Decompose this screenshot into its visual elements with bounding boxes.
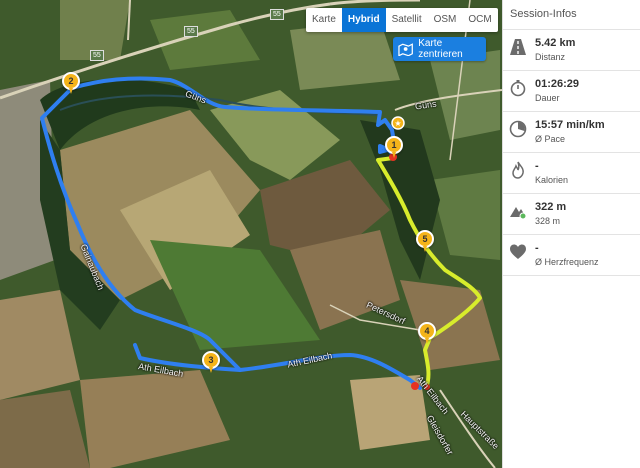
stat-label: Ø Pace bbox=[535, 134, 566, 144]
stat-label: Ø Herzfrequenz bbox=[535, 257, 599, 267]
stat-distance: 5.42 km Distanz bbox=[503, 30, 640, 71]
map-view[interactable]: ★ Güns Güns Gainaubach Ath Eilbach Ath E… bbox=[0, 0, 502, 468]
map-center-icon bbox=[398, 43, 413, 56]
stat-label: Distanz bbox=[535, 52, 566, 62]
stat-value: 322 m bbox=[535, 201, 567, 213]
stat-pace: 15:57 min/km Ø Pace bbox=[503, 112, 640, 153]
svg-text:★: ★ bbox=[394, 119, 401, 128]
map-type-hybrid[interactable]: Hybrid bbox=[341, 8, 386, 32]
map-type-switcher: Karte Hybrid Satellit OSM OCM bbox=[306, 8, 498, 32]
flame-icon bbox=[512, 161, 524, 179]
center-map-button[interactable]: Karte zentrieren bbox=[393, 37, 486, 61]
stat-label: 328 m bbox=[535, 216, 561, 226]
stat-calories: - Kalorien bbox=[503, 153, 640, 194]
km-marker-5[interactable]: 5 bbox=[416, 230, 434, 252]
stat-value: 01:26:29 bbox=[535, 78, 580, 90]
pace-gauge-icon bbox=[509, 120, 527, 138]
map-type-karte[interactable]: Karte bbox=[306, 8, 342, 32]
elevation-icon bbox=[510, 207, 527, 220]
route-55-shield: 55 bbox=[90, 50, 104, 61]
heart-icon bbox=[510, 244, 526, 259]
stat-label: Kalorien bbox=[535, 175, 569, 185]
stat-label: Dauer bbox=[535, 93, 560, 103]
route-55-shield: 55 bbox=[184, 26, 198, 37]
stat-duration: 01:26:29 Dauer bbox=[503, 71, 640, 112]
km-marker-4[interactable]: 4 bbox=[418, 322, 436, 344]
km-marker-1[interactable]: 1 bbox=[385, 136, 403, 158]
stat-value: 5.42 km bbox=[535, 37, 576, 49]
panel-title: Session-Infos bbox=[503, 0, 640, 30]
map-type-osm[interactable]: OSM bbox=[428, 8, 463, 32]
session-info-panel: Session-Infos 5.42 km Distanz 01:26:29 D… bbox=[502, 0, 640, 468]
map-type-satellit[interactable]: Satellit bbox=[386, 8, 428, 32]
start-star-icon: ★ bbox=[391, 116, 405, 130]
stat-heart-rate: - Ø Herzfrequenz bbox=[503, 235, 640, 276]
stat-value: - bbox=[535, 242, 539, 254]
stat-value: - bbox=[535, 160, 539, 172]
stat-elevation: 322 m 328 m bbox=[503, 194, 640, 235]
road-icon bbox=[510, 39, 526, 55]
center-map-label: Karte zentrieren bbox=[418, 38, 463, 60]
stat-value: 15:57 min/km bbox=[535, 119, 605, 131]
route-55-shield: 55 bbox=[270, 9, 284, 20]
km-marker-3[interactable]: 3 bbox=[202, 351, 220, 373]
km-marker-2[interactable]: 2 bbox=[62, 72, 80, 94]
stopwatch-icon bbox=[510, 80, 526, 97]
map-type-ocm[interactable]: OCM bbox=[462, 8, 497, 32]
